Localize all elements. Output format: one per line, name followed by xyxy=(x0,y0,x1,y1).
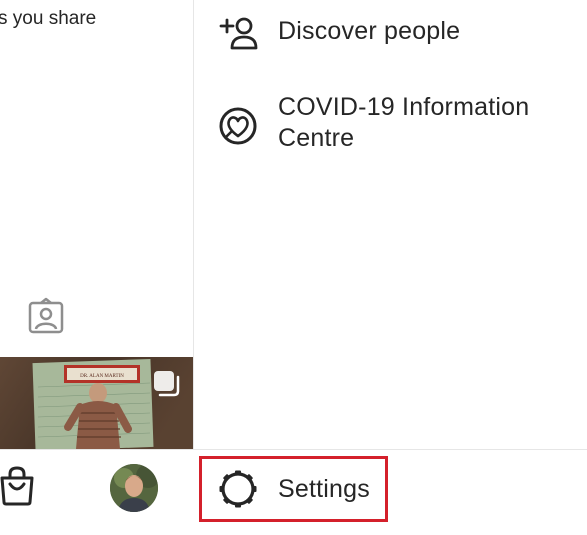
discover-people-label: Discover people xyxy=(278,17,461,45)
avatar-photo xyxy=(110,464,158,512)
tagged-person-icon[interactable] xyxy=(27,297,65,335)
gear-icon xyxy=(219,470,257,508)
menu-item-discover-people[interactable]: Discover people xyxy=(218,16,460,50)
shop-bag-icon[interactable] xyxy=(0,466,36,506)
photo-sign-text: DR. ALAN MARTIN xyxy=(80,374,124,379)
covid-label-line1: COVID-19 Information xyxy=(278,93,530,121)
multiple-photos-icon xyxy=(154,371,180,397)
covid-label: COVID-19 Information Centre xyxy=(278,92,529,154)
menu-item-settings[interactable]: Settings xyxy=(218,469,370,509)
profile-avatar[interactable] xyxy=(110,464,158,512)
settings-label: Settings xyxy=(278,474,370,503)
add-person-icon xyxy=(219,17,258,50)
covid-label-line2: Centre xyxy=(278,124,355,152)
menu-item-covid-info[interactable]: COVID-19 Information Centre xyxy=(218,92,529,154)
covid-heart-icon xyxy=(219,107,257,145)
share-hint-text: s you share xyxy=(0,8,97,29)
panel-divider xyxy=(193,0,194,449)
